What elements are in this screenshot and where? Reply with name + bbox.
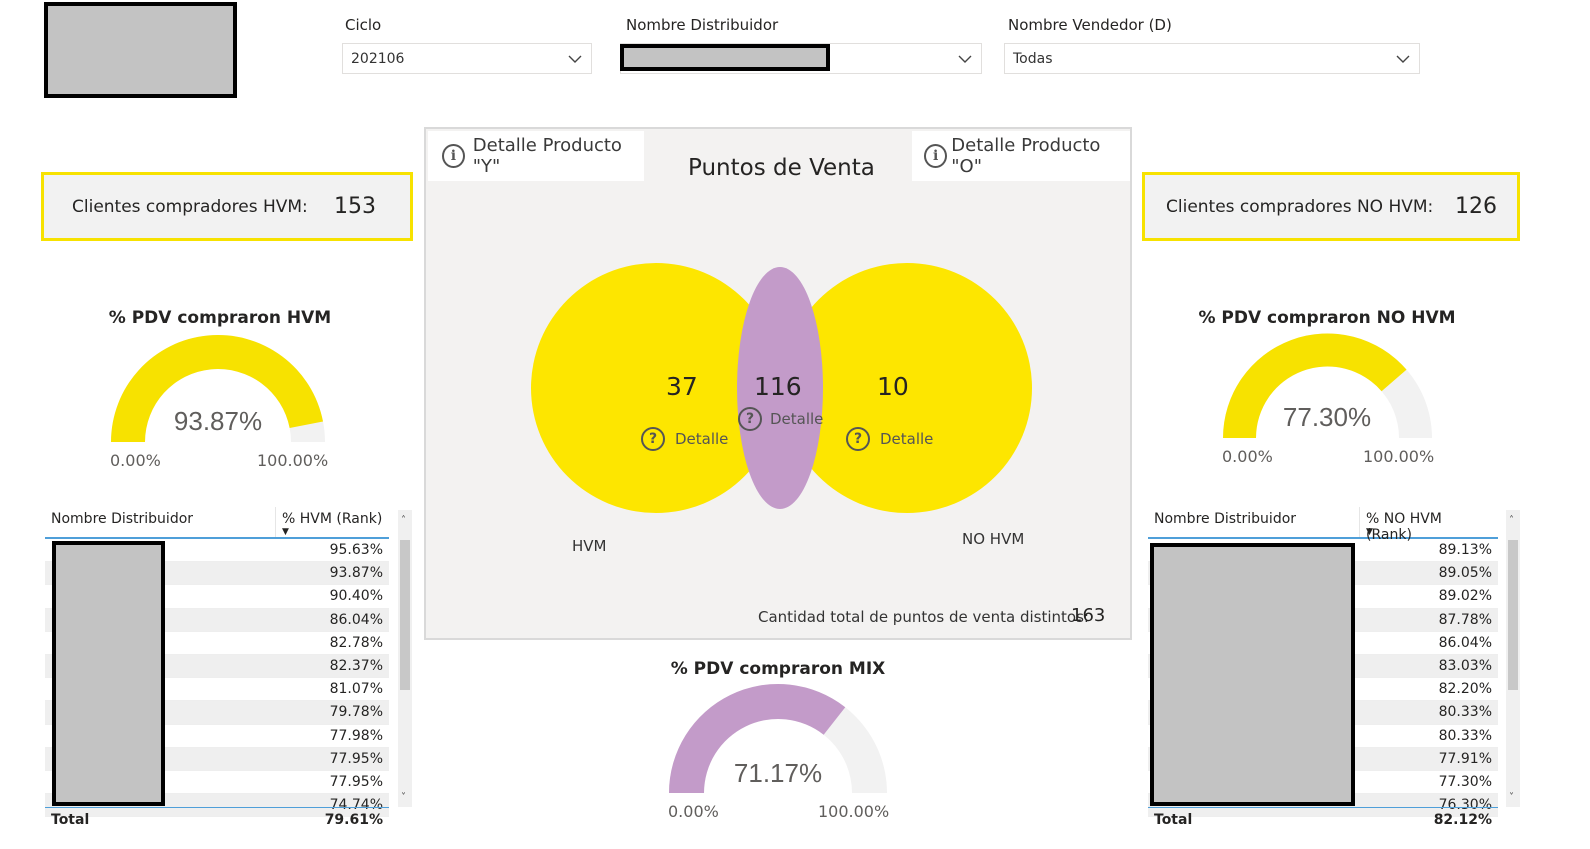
gauge-hvm-max: 100.00% xyxy=(257,451,329,470)
col-header-distribuidor[interactable]: Nombre Distribuidor xyxy=(45,507,276,537)
table-header: Nombre Distribuidor % HVM (Rank) ▼ xyxy=(45,507,389,539)
table-hvm-total: Total 79.61% xyxy=(45,807,389,831)
vendedor-value: Todas xyxy=(1013,50,1053,67)
total-label: Total xyxy=(51,811,90,828)
total-value: 82.12% xyxy=(1433,811,1492,828)
vendedor-label: Nombre Vendedor (D) xyxy=(1008,16,1172,34)
rank-value: 80.33% xyxy=(1438,727,1492,744)
rank-value: 89.02% xyxy=(1438,588,1492,605)
scrollbar[interactable]: ˄ ˅ xyxy=(1506,510,1520,807)
table-nohvm-total: Total 82.12% xyxy=(1148,807,1498,831)
scroll-down-icon[interactable]: ˅ xyxy=(401,792,406,803)
rank-value: 93.87% xyxy=(329,565,383,582)
table-header: Nombre Distribuidor % NO HVM (Rank) ▼ xyxy=(1148,507,1498,543)
scroll-thumb[interactable] xyxy=(400,540,410,690)
scrollbar[interactable]: ˄ ˅ xyxy=(398,510,412,807)
detalle-label: Detalle xyxy=(675,430,729,448)
chevron-down-icon xyxy=(958,55,972,63)
gauge-mix: 71.17% xyxy=(669,684,887,793)
detalle-label: Detalle xyxy=(880,430,934,448)
ciclo-value: 202106 xyxy=(351,50,405,67)
col-header-distribuidor[interactable]: Nombre Distribuidor xyxy=(1148,507,1360,537)
distribuidor-names-redacted xyxy=(1150,543,1355,806)
detalle-mix-button[interactable]: ? Detalle xyxy=(738,407,823,431)
rank-value: 86.04% xyxy=(329,611,383,628)
chevron-down-icon xyxy=(1396,55,1410,63)
gauge-hvm-value: 93.87% xyxy=(174,406,262,436)
rank-value: 77.98% xyxy=(329,727,383,744)
gauge-nohvm-min: 0.00% xyxy=(1222,447,1273,466)
venn-right-value: 10 xyxy=(877,372,909,401)
gauge-mix-max: 100.00% xyxy=(818,802,890,821)
rank-value: 82.20% xyxy=(1438,681,1492,698)
col-header-nohvm-rank[interactable]: % NO HVM (Rank) ▼ xyxy=(1360,507,1498,543)
rank-value: 77.30% xyxy=(1438,773,1492,790)
distribuidor-names-redacted xyxy=(52,541,165,806)
kpi-hvm-card: Clientes compradores HVM: 153 xyxy=(41,172,413,241)
gauge-nohvm-title: % PDV compraron NO HVM xyxy=(1198,308,1456,328)
total-value: 79.61% xyxy=(324,811,383,828)
rank-value: 87.78% xyxy=(1438,611,1492,628)
sort-desc-icon: ▼ xyxy=(282,527,289,537)
gauge-hvm-min: 0.00% xyxy=(110,451,161,470)
venn-label-nohvm: NO HVM xyxy=(962,530,1025,548)
venn-card: i Detalle Producto "Y" i Detalle Product… xyxy=(424,127,1132,640)
rank-value: 89.05% xyxy=(1438,565,1492,582)
scroll-down-icon[interactable]: ˅ xyxy=(1509,792,1514,803)
rank-value: 82.37% xyxy=(329,658,383,675)
question-icon: ? xyxy=(846,427,870,451)
kpi-nohvm-card: Clientes compradores NO HVM: 126 xyxy=(1142,172,1520,241)
rank-value: 79.78% xyxy=(329,704,383,721)
rank-value: 95.63% xyxy=(329,542,383,559)
gauge-nohvm: 77.30% xyxy=(1223,333,1432,438)
total-pdv-label: Cantidad total de puntos de venta distin… xyxy=(758,608,1089,626)
rank-value: 80.33% xyxy=(1438,704,1492,721)
venn-left-value: 37 xyxy=(666,372,698,401)
scroll-up-icon[interactable]: ˄ xyxy=(401,515,406,526)
col-header-hvm-rank-label: % HVM (Rank) xyxy=(282,511,383,527)
kpi-nohvm-label: Clientes compradores NO HVM: xyxy=(1166,196,1434,217)
detalle-nohvm-button[interactable]: ? Detalle xyxy=(846,427,933,451)
rank-value: 86.04% xyxy=(1438,634,1492,651)
total-pdv-value: 163 xyxy=(1071,605,1106,626)
kpi-nohvm-value: 126 xyxy=(1455,194,1497,219)
rank-value: 89.13% xyxy=(1438,542,1492,559)
ciclo-dropdown[interactable]: 202106 xyxy=(342,43,592,74)
venn-label-hvm: HVM xyxy=(572,537,607,555)
rank-value: 77.95% xyxy=(329,750,383,767)
chevron-down-icon xyxy=(568,55,582,63)
total-label: Total xyxy=(1154,811,1193,828)
question-icon: ? xyxy=(641,427,665,451)
distribuidor-value-redacted xyxy=(620,44,830,71)
rank-value: 83.03% xyxy=(1438,658,1492,675)
gauge-mix-value: 71.17% xyxy=(734,758,822,788)
scroll-up-icon[interactable]: ˄ xyxy=(1509,515,1514,526)
gauge-nohvm-max: 100.00% xyxy=(1363,447,1435,466)
rank-value: 77.95% xyxy=(329,773,383,790)
col-header-hvm-rank[interactable]: % HVM (Rank) ▼ xyxy=(276,507,389,537)
venn-center-value: 116 xyxy=(754,372,802,401)
gauge-hvm: 93.87% xyxy=(111,335,325,442)
detalle-label: Detalle xyxy=(770,410,824,428)
rank-value: 82.78% xyxy=(329,634,383,651)
sort-desc-icon: ▼ xyxy=(1366,527,1373,537)
kpi-hvm-label: Clientes compradores HVM: xyxy=(72,196,308,217)
gauge-nohvm-value: 77.30% xyxy=(1283,402,1371,432)
detalle-hvm-button[interactable]: ? Detalle xyxy=(641,427,728,451)
gauge-mix-title: % PDV compraron MIX xyxy=(670,659,886,679)
ciclo-label: Ciclo xyxy=(345,16,382,34)
rank-value: 81.07% xyxy=(329,681,383,698)
question-icon: ? xyxy=(738,407,762,431)
logo-redacted xyxy=(44,2,237,98)
kpi-hvm-value: 153 xyxy=(334,194,376,219)
scroll-thumb[interactable] xyxy=(1508,540,1518,690)
rank-value: 90.40% xyxy=(329,588,383,605)
distribuidor-label: Nombre Distribuidor xyxy=(626,16,779,34)
rank-value: 77.91% xyxy=(1438,750,1492,767)
vendedor-dropdown[interactable]: Todas xyxy=(1004,43,1420,74)
gauge-hvm-title: % PDV compraron HVM xyxy=(108,308,332,328)
gauge-mix-min: 0.00% xyxy=(668,802,719,821)
